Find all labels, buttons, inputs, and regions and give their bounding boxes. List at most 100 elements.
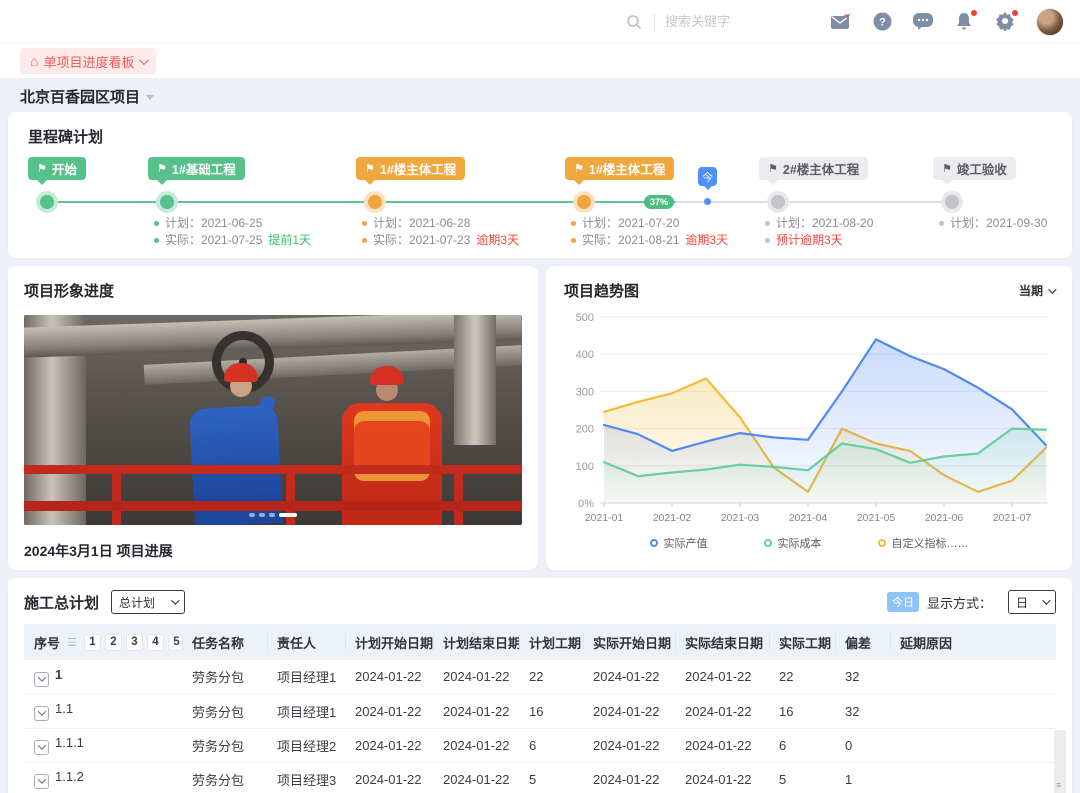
plan-end-cell: 2024-01-22 xyxy=(433,762,519,793)
level-button-3[interactable]: 3 xyxy=(126,634,143,651)
act-days-cell: 6 xyxy=(769,728,835,762)
search-icon[interactable] xyxy=(624,12,644,32)
carousel-dot-active[interactable] xyxy=(279,513,297,517)
col-act-start: 实际开始日期 xyxy=(583,624,675,660)
act-end-cell: 2024-01-22 xyxy=(675,728,769,762)
expand-icon[interactable] xyxy=(34,740,49,755)
milestone-dates: 计划：2021-08-20 预计逾期3天 xyxy=(765,215,873,249)
today-marker: 今 xyxy=(698,167,717,186)
col-seq: 序号 ☰ 1 2 3 4 5 xyxy=(24,624,182,660)
photo-shape xyxy=(454,315,496,445)
search-input[interactable] xyxy=(665,14,785,29)
milestone-dates: 计划：2021-09-30 xyxy=(939,215,1047,232)
bell-notification-dot xyxy=(971,10,977,16)
today-chip[interactable]: 今日 xyxy=(887,592,919,612)
timeline-remaining-line xyxy=(676,201,947,203)
bell-icon[interactable] xyxy=(954,12,974,32)
top-icons: ? xyxy=(831,8,1064,36)
chevron-down-icon xyxy=(139,55,149,65)
photo-caption: 2024年3月1日 项目进展 xyxy=(24,541,522,561)
table-row: 1.1.2劳务分包项目经理32024-01-222024-01-2252024-… xyxy=(24,762,1056,793)
milestone-badge[interactable]: ⚑1#楼主体工程 xyxy=(356,157,465,180)
milestone-badge[interactable]: ⚑1#基础工程 xyxy=(148,157,245,180)
owner-cell: 项目经理1 xyxy=(267,694,345,728)
svg-text:500: 500 xyxy=(576,312,594,324)
wbs-cell: 1 xyxy=(24,660,182,694)
delta-late: 逾期3天 xyxy=(685,232,728,249)
project-title-text: 北京百香园区项目 xyxy=(20,86,140,107)
avatar[interactable] xyxy=(1036,8,1064,36)
task-cell: 劳务分包 xyxy=(182,728,267,762)
milestone-card: 里程碑计划 ⚑开始 ⚑1#基础工程 ⚑1#楼主体工程 ⚑1#楼主体工程 ⚑2#楼… xyxy=(8,112,1072,258)
carousel-dot[interactable] xyxy=(269,513,275,517)
level-button-2[interactable]: 2 xyxy=(105,634,122,651)
milestone-badge[interactable]: ⚑竣工验收 xyxy=(933,157,1016,180)
level-button-4[interactable]: 4 xyxy=(147,634,164,651)
act-end-cell: 2024-01-22 xyxy=(675,694,769,728)
expand-icon[interactable] xyxy=(34,672,49,687)
board-tab[interactable]: ⌂ 单项目进度看板 xyxy=(20,48,156,74)
deviation-cell: 0 xyxy=(835,728,890,762)
vertical-scrollbar[interactable] xyxy=(1054,730,1066,793)
col-task: 任务名称 xyxy=(182,624,267,660)
chart-svg: 5004003002001000%2021-012021-022021-0320… xyxy=(564,307,1056,533)
display-mode-select[interactable]: 日 xyxy=(1008,590,1056,614)
progress-photo[interactable] xyxy=(24,315,522,525)
mail-icon[interactable] xyxy=(831,12,851,32)
plan-type-value: 总计划 xyxy=(119,594,155,611)
plan-days-cell: 22 xyxy=(519,660,583,694)
col-act-end: 实际结束日期 xyxy=(675,624,769,660)
deviation-cell: 1 xyxy=(835,762,890,793)
plan-start-cell: 2024-01-22 xyxy=(345,694,433,728)
svg-text:2021-02: 2021-02 xyxy=(653,512,692,524)
svg-text:2021-04: 2021-04 xyxy=(789,512,828,524)
legend-item[interactable]: 自定义指标…… xyxy=(878,535,969,551)
photo-carousel[interactable] xyxy=(249,513,297,517)
legend-item[interactable]: 实际成本 xyxy=(764,535,822,551)
milestone-node[interactable] xyxy=(771,195,785,209)
photo-shape xyxy=(24,465,522,474)
legend-item[interactable]: 实际产值 xyxy=(650,535,708,551)
delta-forecast: 预计逾期3天 xyxy=(776,232,843,249)
period-select[interactable]: 当期 xyxy=(1019,282,1054,299)
milestone-node[interactable] xyxy=(577,195,591,209)
milestone-dates: 计划：2021-07-20 实际：2021-08-21逾期3天 xyxy=(571,215,728,249)
milestone-badge[interactable]: ⚑2#楼主体工程 xyxy=(759,157,868,180)
milestone-badge[interactable]: ⚑1#楼主体工程 xyxy=(565,157,674,180)
milestone-node[interactable] xyxy=(160,195,174,209)
gear-notification-dot xyxy=(1012,10,1018,16)
plan-type-select[interactable]: 总计划 xyxy=(111,590,185,614)
milestone-node[interactable] xyxy=(368,195,382,209)
project-title[interactable]: 北京百香园区项目 xyxy=(20,86,154,107)
act-end-cell: 2024-01-22 xyxy=(675,660,769,694)
level-button-1[interactable]: 1 xyxy=(84,634,101,651)
col-plan-end: 计划结束日期 xyxy=(433,624,519,660)
expand-icon[interactable] xyxy=(34,706,49,721)
milestone-node[interactable] xyxy=(40,195,54,209)
col-reason: 延期原因 xyxy=(890,624,1056,660)
gear-icon[interactable] xyxy=(995,12,1015,32)
svg-text:?: ? xyxy=(879,17,886,29)
svg-text:2021-06: 2021-06 xyxy=(925,512,964,524)
board-tab-label: 单项目进度看板 xyxy=(43,52,134,71)
chevron-down-icon xyxy=(171,596,179,604)
plan-start-cell: 2024-01-22 xyxy=(345,728,433,762)
act-start-cell: 2024-01-22 xyxy=(583,728,675,762)
carousel-dot[interactable] xyxy=(249,513,255,517)
home-icon: ⌂ xyxy=(30,54,38,68)
expand-icon[interactable] xyxy=(34,774,49,789)
svg-text:0%: 0% xyxy=(578,498,594,510)
message-icon[interactable] xyxy=(913,12,933,32)
photo-card: 项目形象进度 202 xyxy=(8,266,538,570)
table-row: 1.1劳务分包项目经理12024-01-222024-01-22162024-0… xyxy=(24,694,1056,728)
plan-end-cell: 2024-01-22 xyxy=(433,694,519,728)
milestone-timeline: ⚑开始 ⚑1#基础工程 ⚑1#楼主体工程 ⚑1#楼主体工程 ⚑2#楼主体工程 ⚑… xyxy=(28,151,1052,255)
plan-table: 序号 ☰ 1 2 3 4 5 任务名称 责任人 xyxy=(24,624,1056,793)
legend-marker-icon xyxy=(878,539,886,547)
help-icon[interactable]: ? xyxy=(872,12,892,32)
carousel-dot[interactable] xyxy=(259,513,265,517)
milestone-badge[interactable]: ⚑开始 xyxy=(28,157,86,180)
bullet-icon xyxy=(571,221,576,226)
flag-icon: ⚑ xyxy=(574,162,584,175)
milestone-node[interactable] xyxy=(945,195,959,209)
